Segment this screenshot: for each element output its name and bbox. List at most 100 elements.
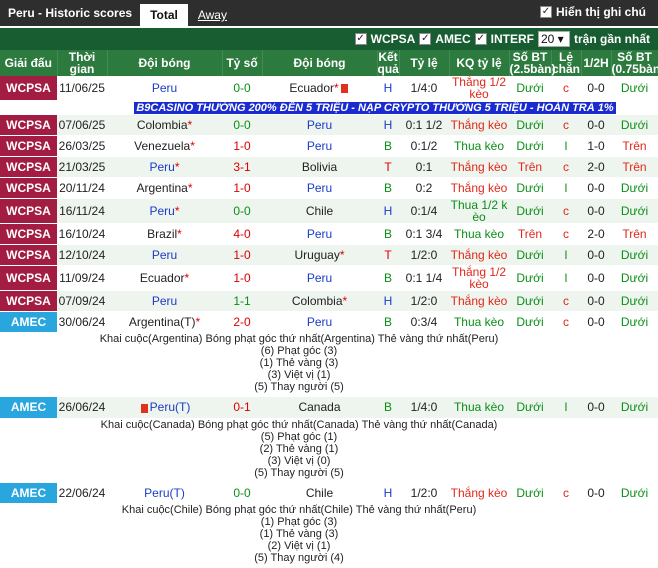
away-team-cell[interactable]: Bolivia (262, 156, 377, 178)
away-team-name[interactable]: Chile (306, 204, 333, 218)
home-team-name[interactable]: Peru (149, 160, 174, 174)
table-row[interactable]: AMEC 30/06/24 Argentina(T)* 2-0 Peru B 0:3/4 Th… (0, 311, 658, 333)
away-team-name[interactable]: Peru (307, 118, 332, 132)
table-row[interactable]: WCPSA 12/10/24 Peru 1-0 Uruguay* T 1/2:0 Thắng … (0, 244, 658, 266)
table-row[interactable]: WCPSA 07/09/24 Peru 1-1 Colombia* H 1/2:0 Thắng… (0, 290, 658, 312)
home-team-name[interactable]: Argentina (136, 181, 187, 195)
home-team-name[interactable]: Ecuador (140, 271, 185, 285)
league-cell[interactable]: WCPSA (0, 135, 57, 157)
show-notes-checkbox[interactable]: ✓ (540, 6, 552, 18)
away-team-cell[interactable]: Peru (262, 265, 377, 291)
away-team-cell[interactable]: Colombia* (262, 290, 377, 312)
away-team-cell[interactable]: Peru (262, 223, 377, 245)
league-cell[interactable]: WCPSA (0, 156, 57, 178)
promo-row[interactable]: B9CASINO THƯỞNG 200% ĐẾN 5 TRIỆU - NẠP C… (0, 100, 658, 115)
amec-checkbox[interactable]: ✓ (419, 33, 432, 45)
away-team-name[interactable]: Canada (298, 400, 340, 414)
tab-away[interactable]: Away (188, 4, 237, 26)
match-count-select[interactable]: 20 ▾ (537, 31, 570, 47)
score-cell[interactable]: 1-0 (222, 177, 262, 199)
league-cell[interactable]: WCPSA (0, 290, 57, 312)
home-team-name[interactable]: Peru (152, 248, 177, 262)
home-team-cell[interactable]: Argentina(T)* (107, 311, 222, 333)
home-team-cell[interactable]: Brazil* (107, 223, 222, 245)
away-team-name[interactable]: Peru (307, 271, 332, 285)
league-cell[interactable]: AMEC (0, 482, 57, 504)
wcpsa-checkbox[interactable]: ✓ (354, 33, 367, 45)
home-team-name[interactable]: Peru(T) (150, 400, 191, 414)
home-team-name[interactable]: Venezuela (134, 139, 190, 153)
table-row[interactable]: WCPSA 20/11/24 Argentina* 1-0 Peru B 0:2 Thắng … (0, 177, 658, 199)
away-team-cell[interactable]: Peru (262, 114, 377, 136)
away-team-name[interactable]: Bolivia (302, 160, 337, 174)
away-team-name[interactable]: Chile (306, 486, 333, 500)
away-team-name[interactable]: Peru (307, 181, 332, 195)
table-row[interactable]: WCPSA 16/10/24 Brazil* 4-0 Peru B 0:1 3/4 Thua … (0, 223, 658, 245)
league-cell[interactable]: WCPSA (0, 223, 57, 245)
league-cell[interactable]: AMEC (0, 397, 57, 419)
interf-checkbox[interactable]: ✓ (474, 33, 487, 45)
home-team-cell[interactable]: Peru(T) (107, 397, 222, 419)
home-team-name[interactable]: Peru (152, 294, 177, 308)
score-cell[interactable]: 0-0 (222, 198, 262, 224)
show-notes-toggle[interactable]: ✓ Hiển thị ghi chú (540, 5, 646, 19)
away-team-name[interactable]: Colombia (292, 294, 343, 308)
away-team-cell[interactable]: Ecuador* (262, 76, 377, 101)
away-team-name[interactable]: Peru (307, 227, 332, 241)
table-row[interactable]: WCPSA 07/06/25 Colombia* 0-0 Peru H 0:1 1/2 Thắ… (0, 114, 658, 136)
home-team-name[interactable]: Argentina(T) (129, 315, 196, 329)
home-team-cell[interactable]: Peru (107, 76, 222, 101)
away-team-cell[interactable]: Peru (262, 177, 377, 199)
away-team-name[interactable]: Uruguay (294, 248, 339, 262)
home-team-cell[interactable]: Colombia* (107, 114, 222, 136)
away-team-name[interactable]: Peru (307, 139, 332, 153)
score-cell[interactable]: 4-0 (222, 223, 262, 245)
score-cell[interactable]: 1-0 (222, 244, 262, 266)
table-row[interactable]: WCPSA 16/11/24 Peru* 0-0 Chile H 0:1/4 Thua 1/2… (0, 198, 658, 224)
home-team-name[interactable]: Colombia (137, 118, 188, 132)
away-team-cell[interactable]: Peru (262, 135, 377, 157)
home-team-cell[interactable]: Peru* (107, 156, 222, 178)
league-cell[interactable]: AMEC (0, 311, 57, 333)
away-team-cell[interactable]: Uruguay* (262, 244, 377, 266)
home-team-cell[interactable]: Peru* (107, 198, 222, 224)
score-cell[interactable]: 0-0 (222, 482, 262, 504)
home-team-name[interactable]: Peru (149, 204, 174, 218)
table-row[interactable]: WCPSA 11/09/24 Ecuador* 1-0 Peru B 0:1 1/4 Thắn… (0, 265, 658, 291)
score-cell[interactable]: 3-1 (222, 156, 262, 178)
table-row[interactable]: WCPSA 21/03/25 Peru* 3-1 Bolivia T 0:1 Thắng kè… (0, 156, 658, 178)
away-team-cell[interactable]: Peru (262, 311, 377, 333)
score-cell[interactable]: 0-0 (222, 114, 262, 136)
home-team-name[interactable]: Peru(T) (144, 486, 185, 500)
home-team-cell[interactable]: Argentina* (107, 177, 222, 199)
league-cell[interactable]: WCPSA (0, 265, 57, 291)
table-row[interactable]: AMEC 22/06/24 Peru(T) 0-0 Chile H 1/2:0 Thắng k… (0, 482, 658, 504)
away-team-name[interactable]: Peru (307, 315, 332, 329)
league-cell[interactable]: WCPSA (0, 177, 57, 199)
score-cell[interactable]: 0-0 (222, 76, 262, 101)
away-team-name[interactable]: Ecuador (289, 81, 334, 95)
score-cell[interactable]: 1-0 (222, 135, 262, 157)
home-team-name[interactable]: Brazil (147, 227, 177, 241)
score-cell[interactable]: 1-0 (222, 265, 262, 291)
home-team-cell[interactable]: Peru (107, 290, 222, 312)
home-team-name[interactable]: Peru (152, 81, 177, 95)
league-cell[interactable]: WCPSA (0, 114, 57, 136)
tab-total[interactable]: Total (140, 4, 188, 26)
home-team-cell[interactable]: Peru (107, 244, 222, 266)
score-cell[interactable]: 0-1 (222, 397, 262, 419)
home-team-cell[interactable]: Peru(T) (107, 482, 222, 504)
score-cell[interactable]: 1-1 (222, 290, 262, 312)
league-cell[interactable]: WCPSA (0, 198, 57, 224)
home-team-cell[interactable]: Ecuador* (107, 265, 222, 291)
away-team-cell[interactable]: Chile (262, 198, 377, 224)
score-cell[interactable]: 2-0 (222, 311, 262, 333)
promo-cell[interactable]: B9CASINO THƯỞNG 200% ĐẾN 5 TRIỆU - NẠP C… (0, 100, 658, 115)
table-row[interactable]: AMEC 26/06/24 Peru(T) 0-1 Canada B 1/4:0 Thua k… (0, 397, 658, 419)
table-row[interactable]: WCPSA 11/06/25 Peru 0-0 Ecuador* H 1/4:0 Thắng … (0, 76, 658, 101)
table-row[interactable]: WCPSA 26/03/25 Venezuela* 1-0 Peru B 0:1/2 Thua… (0, 135, 658, 157)
home-team-cell[interactable]: Venezuela* (107, 135, 222, 157)
promo-banner-text[interactable]: B9CASINO THƯỞNG 200% ĐẾN 5 TRIỆU - NẠP C… (134, 102, 616, 115)
league-cell[interactable]: WCPSA (0, 76, 57, 101)
away-team-cell[interactable]: Canada (262, 397, 377, 419)
